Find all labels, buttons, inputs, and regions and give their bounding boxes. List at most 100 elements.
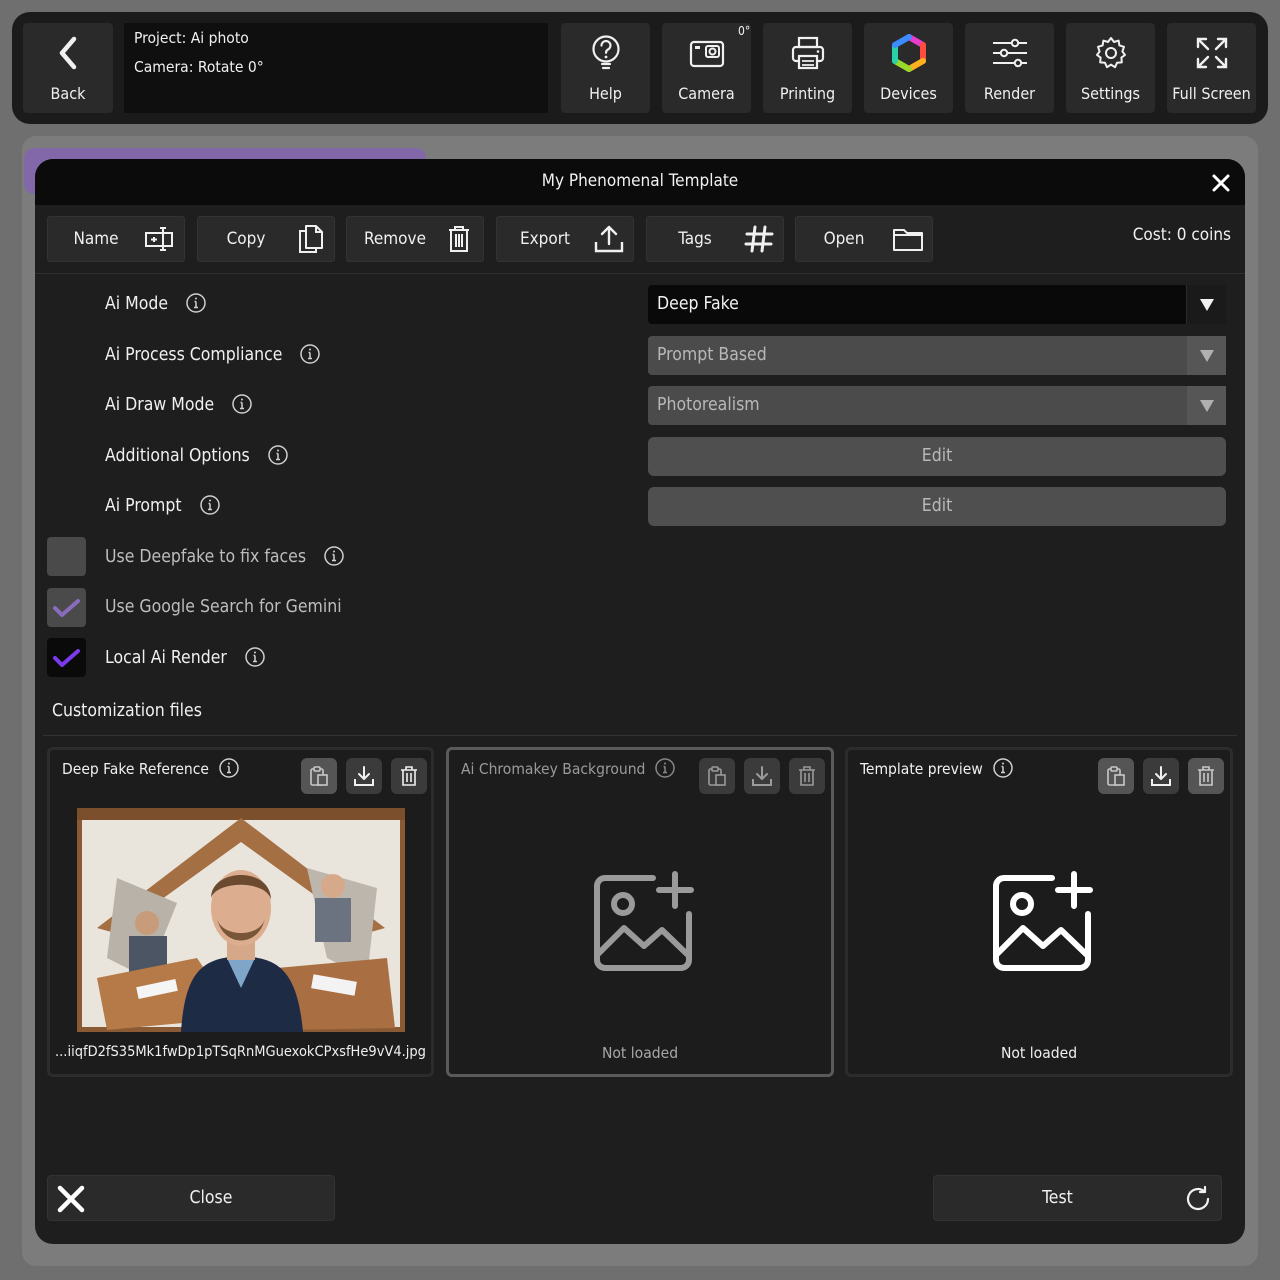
upload-icon: [593, 224, 625, 254]
delete-button[interactable]: [391, 758, 427, 794]
sliders-icon: [988, 33, 1032, 73]
info-icon[interactable]: [186, 293, 206, 313]
trash-icon: [401, 766, 417, 786]
info-icon[interactable]: [232, 394, 252, 414]
local-render-checkbox[interactable]: [47, 638, 86, 677]
local-render-row: Local Ai Render: [105, 647, 265, 668]
info-icon[interactable]: [219, 758, 239, 778]
deep-fake-reference-card[interactable]: Deep Fake Reference ...iiqfD2fS35Mk1fwDp…: [47, 747, 434, 1077]
devices-button[interactable]: Devices: [864, 23, 953, 113]
render-button[interactable]: Render: [965, 23, 1054, 113]
open-label: Open: [823, 229, 865, 249]
additional-options-row: Additional Options: [105, 445, 288, 466]
devices-icon: [887, 33, 931, 73]
checkmark-icon: [53, 649, 80, 667]
trash-icon: [1198, 766, 1214, 786]
add-image-icon: [594, 871, 694, 971]
card-title-text: Ai Chromakey Background: [461, 760, 646, 778]
card-title: Deep Fake Reference: [62, 758, 239, 778]
download-icon: [354, 766, 374, 786]
info-icon[interactable]: [655, 758, 676, 778]
info-icon[interactable]: [245, 647, 265, 667]
printing-button[interactable]: Printing: [763, 23, 852, 113]
info-icon[interactable]: [268, 445, 288, 465]
paste-button[interactable]: [301, 758, 337, 794]
back-label: Back: [50, 84, 86, 103]
reference-photo: [77, 808, 405, 1032]
camera-rotation-badge: 0°: [738, 24, 751, 38]
card-title-text: Template preview: [860, 760, 983, 778]
ai-process-select[interactable]: Prompt Based: [648, 336, 1226, 375]
close-button[interactable]: Close: [47, 1175, 335, 1221]
ai-mode-select[interactable]: Deep Fake: [648, 285, 1226, 324]
camera-status: Camera: Rotate 0°: [134, 58, 264, 76]
info-icon[interactable]: [199, 495, 220, 515]
deepfake-faces-checkbox[interactable]: [47, 537, 86, 576]
open-button[interactable]: Open: [795, 216, 933, 262]
delete-button[interactable]: [789, 758, 825, 794]
help-button[interactable]: Help: [561, 23, 650, 113]
info-icon[interactable]: [993, 758, 1013, 778]
camera-icon: [685, 33, 729, 73]
download-icon: [1151, 766, 1171, 786]
ai-mode-label: Ai Mode: [105, 294, 169, 314]
copy-icon: [294, 224, 326, 254]
deepfake-faces-row: Use Deepfake to fix faces: [105, 546, 344, 567]
info-icon[interactable]: [300, 344, 321, 364]
help-icon: [584, 33, 628, 73]
cost-label: Cost: 0 coins: [1132, 225, 1231, 245]
test-label: Test: [1042, 1188, 1073, 1208]
gear-icon: [1089, 33, 1133, 73]
copy-button[interactable]: Copy: [197, 216, 335, 262]
download-button[interactable]: [346, 758, 382, 794]
google-search-row: Use Google Search for Gemini: [105, 597, 342, 617]
name-button[interactable]: Name: [47, 216, 185, 262]
settings-button[interactable]: Settings: [1066, 23, 1155, 113]
paste-icon: [310, 766, 328, 786]
ai-prompt-edit-button[interactable]: Edit: [648, 487, 1226, 526]
fullscreen-label: Full Screen: [1172, 84, 1251, 103]
paste-icon: [1107, 766, 1125, 786]
ai-process-value: Prompt Based: [657, 345, 767, 365]
google-search-checkbox[interactable]: [47, 588, 86, 627]
additional-options-edit-button[interactable]: Edit: [648, 437, 1226, 476]
back-button[interactable]: Back: [23, 23, 113, 113]
project-info: Project: Ai photo Camera: Rotate 0°: [124, 23, 548, 113]
test-button[interactable]: Test: [933, 1175, 1222, 1221]
ai-draw-label: Ai Draw Mode: [105, 395, 215, 415]
info-icon[interactable]: [324, 546, 344, 566]
ai-prompt-label: Ai Prompt: [105, 496, 182, 516]
remove-button[interactable]: Remove: [346, 216, 484, 262]
close-icon[interactable]: [1210, 172, 1232, 194]
settings-label: Settings: [1080, 84, 1141, 103]
rename-icon: [144, 224, 176, 254]
dropdown-arrow-icon: [1187, 386, 1226, 425]
tags-button[interactable]: Tags: [646, 216, 784, 262]
ai-draw-select[interactable]: Photorealism: [648, 386, 1226, 425]
trash-icon: [443, 224, 475, 254]
ai-mode-row: Ai Mode: [105, 293, 206, 314]
export-button[interactable]: Export: [496, 216, 634, 262]
tags-label: Tags: [678, 229, 712, 249]
card-title-text: Deep Fake Reference: [62, 760, 209, 778]
card-status: Not loaded: [601, 1044, 679, 1062]
top-toolbar: Back Project: Ai photo Camera: Rotate 0°…: [12, 12, 1268, 124]
action-toolbar: Name Copy Remove Export Tags Open Cost: …: [35, 205, 1245, 274]
paste-button[interactable]: [699, 758, 735, 794]
google-search-label: Use Google Search for Gemini: [105, 597, 342, 617]
customization-files-title: Customization files: [52, 701, 202, 721]
hashtag-icon: [743, 224, 775, 254]
printer-icon: [786, 33, 830, 73]
template-preview-card[interactable]: Template preview Not loaded: [845, 747, 1233, 1077]
chromakey-background-card[interactable]: Ai Chromakey Background Not loaded: [446, 747, 834, 1077]
delete-button[interactable]: [1188, 758, 1224, 794]
paste-button[interactable]: [1098, 758, 1134, 794]
dialog-title: My Phenomenal Template: [541, 171, 739, 191]
remove-label: Remove: [364, 229, 426, 249]
ai-prompt-row: Ai Prompt: [105, 495, 220, 516]
card-title: Template preview: [860, 758, 1013, 778]
card-title: Ai Chromakey Background: [461, 758, 676, 778]
download-button[interactable]: [1143, 758, 1179, 794]
fullscreen-button[interactable]: Full Screen: [1167, 23, 1256, 113]
download-button[interactable]: [744, 758, 780, 794]
